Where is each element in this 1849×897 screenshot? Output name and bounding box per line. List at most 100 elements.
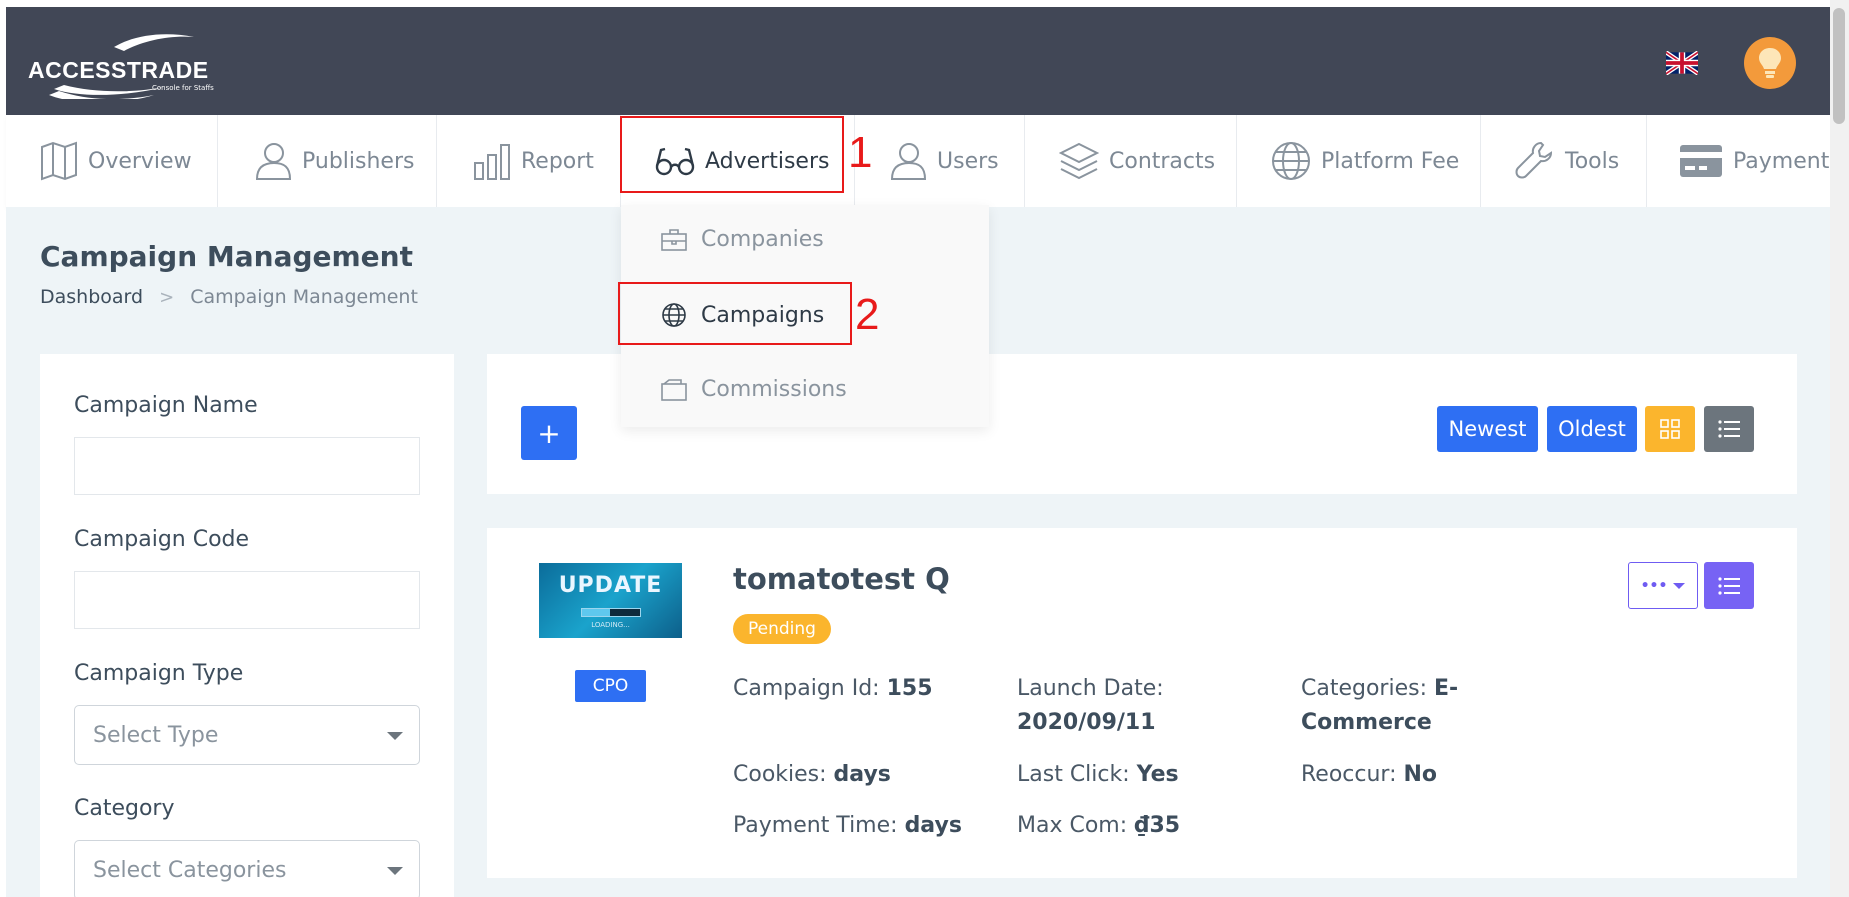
top-app-bar: ACCESSTRADE Console for Staffs <box>6 7 1830 115</box>
cookies: Cookies: days <box>733 758 891 792</box>
users-icon <box>890 143 927 180</box>
campaign-code-label: Campaign Code <box>74 527 250 552</box>
more-label: ••• <box>1640 577 1668 594</box>
scrollbar-track[interactable] <box>1830 0 1849 897</box>
reoccur: Reoccur: No <box>1301 758 1437 792</box>
category-placeholder: Select Categories <box>93 857 287 883</box>
dropdown-item-commissions[interactable]: Commissions <box>661 377 847 402</box>
category-label: Category <box>74 796 175 821</box>
nav-label: Users <box>937 148 999 174</box>
logo-tagline: Console for Staffs <box>152 84 214 92</box>
list-icon <box>1718 576 1740 595</box>
wallet-icon <box>661 378 687 401</box>
cookies-label: Cookies: <box>733 762 827 787</box>
categories-value: E- <box>1434 676 1459 701</box>
categories-value-cont: Commerce <box>1301 710 1432 735</box>
chevron-right-icon: > <box>159 286 175 308</box>
layers-icon <box>1059 142 1099 180</box>
annotation-box-2 <box>618 282 852 345</box>
sort-oldest-button[interactable]: Oldest <box>1547 406 1637 452</box>
globe-icon <box>1272 142 1310 180</box>
nav-label: Payment <box>1733 148 1830 174</box>
wrench-icon <box>1515 141 1553 179</box>
accesstrade-logo[interactable]: ACCESSTRADE Console for Staffs <box>24 29 234 103</box>
list-icon <box>1718 420 1740 438</box>
uk-flag-icon[interactable] <box>1664 50 1700 76</box>
annotation-number-1: 1 <box>848 128 873 177</box>
campaign-code-input[interactable] <box>74 571 420 629</box>
more-actions-button[interactable]: ••• <box>1628 562 1698 609</box>
payment-time-value: days <box>904 813 962 838</box>
breadcrumb-current: Campaign Management <box>190 286 418 308</box>
sort-newest-button[interactable]: Newest <box>1437 406 1538 452</box>
bar-chart-icon <box>474 144 510 180</box>
nav-report[interactable]: Report <box>437 115 621 207</box>
status-badge: Pending <box>733 614 831 644</box>
dropdown-label: Commissions <box>701 377 847 402</box>
campaign-id-value: 155 <box>886 676 933 701</box>
campaign-name[interactable]: tomatotest Q <box>733 562 950 596</box>
scrollbar-thumb[interactable] <box>1833 8 1845 124</box>
thumbnail-progress <box>581 608 641 617</box>
credit-card-icon <box>1680 145 1722 177</box>
caret-down-icon <box>387 732 403 740</box>
grid-view-button[interactable] <box>1645 406 1695 452</box>
nav-contracts[interactable]: Contracts <box>1025 115 1237 207</box>
campaign-type-select[interactable]: Select Type <box>74 705 420 765</box>
dropdown-label: Companies <box>701 227 824 252</box>
caret-down-icon <box>1673 582 1686 589</box>
main-nav: Overview Publishers Report Advertisers U… <box>6 115 1830 207</box>
campaign-type-label: Campaign Type <box>74 661 244 686</box>
categories: Categories: E- Commerce <box>1301 672 1458 740</box>
launch-date-value: 2020/09/11 <box>1017 710 1156 735</box>
logo-text: ACCESSTRADE <box>28 57 209 83</box>
thumbnail-subtext: LOADING... <box>591 621 630 629</box>
avatar[interactable] <box>1744 37 1796 89</box>
nav-platform-fee[interactable]: Platform Fee <box>1237 115 1481 207</box>
grid-icon <box>1660 419 1680 439</box>
nav-label: Publishers <box>302 148 415 174</box>
breadcrumb-dashboard[interactable]: Dashboard <box>40 286 143 308</box>
campaign-details-button[interactable] <box>1704 562 1754 609</box>
nav-payment[interactable]: Payment <box>1647 115 1830 207</box>
reoccur-value: No <box>1403 762 1438 787</box>
launch-date: Launch Date: 2020/09/11 <box>1017 672 1164 740</box>
reoccur-label: Reoccur: <box>1301 762 1397 787</box>
thumbnail-text: UPDATE <box>558 573 663 598</box>
dropdown-item-companies[interactable]: Companies <box>661 227 824 252</box>
briefcase-icon <box>661 228 687 251</box>
list-view-button[interactable] <box>1704 406 1754 452</box>
nav-label: Platform Fee <box>1321 148 1460 174</box>
nav-users[interactable]: Users <box>855 115 1025 207</box>
category-select[interactable]: Select Categories <box>74 840 420 897</box>
categories-label: Categories: <box>1301 676 1427 701</box>
nav-label: Overview <box>88 148 192 174</box>
cookies-value: days <box>833 762 891 787</box>
campaign-name-input[interactable] <box>74 437 420 495</box>
max-com-value: ₫35 <box>1134 813 1181 838</box>
payment-time-label: Payment Time: <box>733 813 898 838</box>
campaign-type-badge: CPO <box>575 670 646 702</box>
lightbulb-icon <box>1759 48 1781 78</box>
last-click-value: Yes <box>1136 762 1179 787</box>
nav-overview[interactable]: Overview <box>6 115 218 207</box>
nav-label: Tools <box>1565 148 1620 174</box>
page-title: Campaign Management <box>40 240 413 273</box>
last-click-label: Last Click: <box>1017 762 1130 787</box>
campaign-id-label: Campaign Id: <box>733 676 880 701</box>
annotation-box-1 <box>620 116 844 193</box>
campaign-id: Campaign Id: 155 <box>733 672 933 706</box>
user-icon <box>255 143 292 180</box>
nav-label: Contracts <box>1109 148 1216 174</box>
max-commission: Max Com: ₫35 <box>1017 809 1180 843</box>
add-campaign-button[interactable]: + <box>521 406 577 460</box>
nav-publishers[interactable]: Publishers <box>218 115 437 207</box>
max-com-label: Max Com: <box>1017 813 1128 838</box>
campaign-thumbnail[interactable]: UPDATE LOADING... <box>539 563 682 638</box>
breadcrumb: Dashboard > Campaign Management <box>40 286 418 308</box>
campaign-type-placeholder: Select Type <box>93 722 219 748</box>
last-click: Last Click: Yes <box>1017 758 1179 792</box>
annotation-number-2: 2 <box>855 290 880 339</box>
payment-time: Payment Time: days <box>733 809 962 843</box>
nav-tools[interactable]: Tools <box>1481 115 1647 207</box>
